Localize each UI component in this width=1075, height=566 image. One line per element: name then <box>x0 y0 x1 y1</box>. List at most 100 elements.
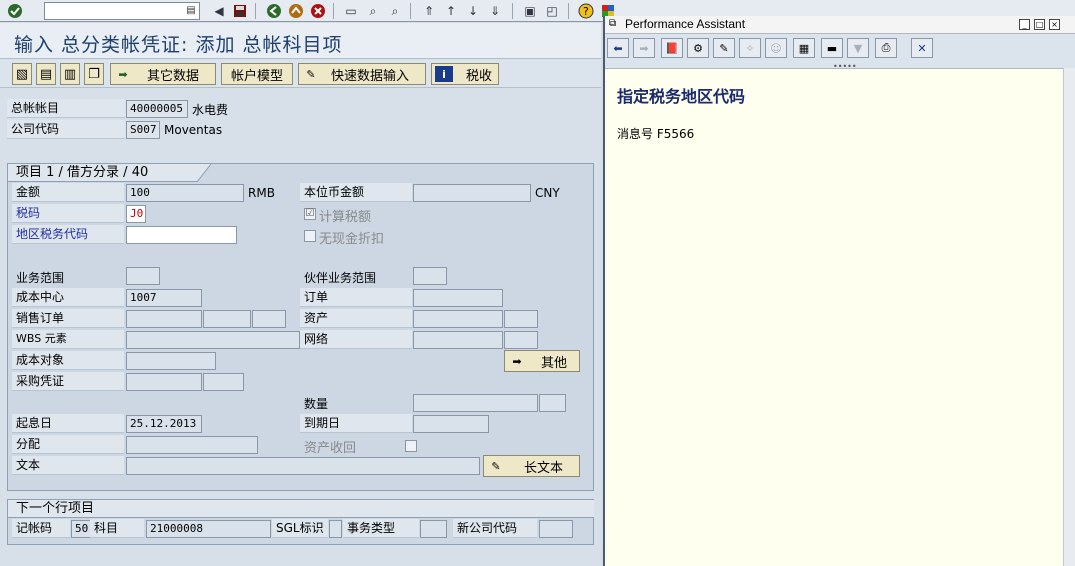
close-icon[interactable]: × <box>1049 19 1060 30</box>
asset-label: 资产 <box>300 309 412 328</box>
next-item-heading: 下一个行项目 <box>8 500 594 518</box>
next-page-icon[interactable]: ↓ <box>464 2 482 20</box>
posting-key-field[interactable]: 50 <box>71 520 91 538</box>
edit-icon: ✎ <box>306 67 316 81</box>
pa-forward-icon[interactable]: ➡ <box>633 38 655 58</box>
local-currency: CNY <box>535 186 560 200</box>
long-text-label: 长文本 <box>524 460 564 476</box>
assignment-field[interactable] <box>126 436 258 454</box>
amount-field[interactable]: 100 <box>126 184 244 202</box>
calc-tax-checkbox[interactable]: ☑ <box>304 208 316 220</box>
sales-order-schedule-field[interactable] <box>252 310 286 328</box>
text-field[interactable] <box>126 457 480 475</box>
cancel-icon[interactable] <box>309 2 327 20</box>
pa-note-icon[interactable]: ▬ <box>821 38 843 58</box>
network-sub-field[interactable] <box>504 331 538 349</box>
tax-button[interactable]: i 税收 <box>431 63 499 85</box>
save-icon[interactable] <box>231 2 249 20</box>
purchase-doc-field[interactable] <box>126 373 202 391</box>
company-code-field[interactable]: S007 <box>126 121 160 139</box>
command-field[interactable]: ▤ <box>44 2 200 20</box>
other-data-button[interactable]: ➡ 其它数据 <box>110 63 216 85</box>
edit-icon: ✎ <box>491 459 501 473</box>
pa-person-icon[interactable]: ☺ <box>765 38 787 58</box>
other-data-label: 其它数据 <box>147 68 200 84</box>
print-icon[interactable]: ▭ <box>342 2 360 20</box>
arrow-right-icon: ➡ <box>118 67 128 81</box>
info-icon: i <box>435 66 453 82</box>
simulate-button[interactable]: ▥ <box>60 63 80 85</box>
pa-edit-icon[interactable]: ✎ <box>713 38 735 58</box>
new-company-label: 新公司代码 <box>453 519 537 538</box>
purchase-doc-item-field[interactable] <box>203 373 244 391</box>
pa-print-icon[interactable]: ⎙ <box>875 38 897 58</box>
shortcut-icon[interactable]: ◰ <box>543 2 561 20</box>
quantity-unit-field[interactable] <box>539 394 566 412</box>
pa-back-icon[interactable]: ⬅ <box>607 38 629 58</box>
more-button-label: 其他 <box>541 355 568 371</box>
pa-technical-icon[interactable]: ⚙ <box>687 38 709 58</box>
account-field[interactable]: 21000008 <box>146 520 271 538</box>
command-dropdown-icon[interactable]: ▤ <box>185 5 197 17</box>
asset-field[interactable] <box>413 310 503 328</box>
image-icon: ▧ <box>15 66 29 82</box>
calc-tax-label: 计算税额 <box>319 210 372 225</box>
back-arrow-icon[interactable]: ◀ <box>210 2 228 20</box>
purchase-doc-label: 采购凭证 <box>12 372 124 391</box>
quantity-field[interactable] <box>413 394 538 412</box>
wbs-field[interactable] <box>126 331 300 349</box>
new-company-field[interactable] <box>539 520 573 538</box>
copy-button[interactable]: ❐ <box>84 63 104 85</box>
pa-book-icon[interactable]: 📕 <box>661 38 683 58</box>
pa-table-icon[interactable]: ▦ <box>793 38 815 58</box>
local-amount-field[interactable] <box>413 184 531 202</box>
minimize-icon[interactable]: _ <box>1019 19 1030 30</box>
partner-ba-field[interactable] <box>413 267 447 285</box>
cost-object-field[interactable] <box>126 352 216 370</box>
help-icon[interactable]: ? <box>577 2 595 20</box>
due-date-field[interactable] <box>413 415 489 433</box>
sgl-field[interactable] <box>329 520 342 538</box>
sgl-label: SGL标识 <box>272 519 328 538</box>
previous-page-icon[interactable]: ↑ <box>442 2 460 20</box>
value-date-field[interactable]: 25.12.2013 <box>126 415 202 433</box>
pa-close-icon[interactable]: ✕ <box>911 38 933 58</box>
maximize-icon[interactable]: □ <box>1034 19 1045 30</box>
account-model-button[interactable]: 帐户模型 <box>221 63 293 85</box>
region-tax-field[interactable] <box>126 226 237 244</box>
sales-order-field[interactable] <box>126 310 202 328</box>
exit-icon[interactable] <box>287 2 305 20</box>
cost-center-field[interactable]: 1007 <box>126 289 202 307</box>
trans-type-field[interactable] <box>420 520 447 538</box>
long-text-button[interactable]: ✎ 长文本 <box>483 455 580 477</box>
no-discount-checkbox[interactable] <box>304 230 316 242</box>
more-button[interactable]: ➡ 其他 <box>504 350 580 372</box>
back-icon[interactable] <box>265 2 283 20</box>
create-session-icon[interactable]: ▣ <box>521 2 539 20</box>
account-label: 科目 <box>90 519 144 538</box>
tax-code-field[interactable]: J0 <box>126 205 146 223</box>
find-next-icon[interactable]: ⌕ <box>386 2 404 20</box>
gl-account-field[interactable]: 40000005 <box>126 100 188 118</box>
last-page-icon[interactable]: ⇓ <box>486 2 504 20</box>
asset-sub-field[interactable] <box>504 310 538 328</box>
amount-currency: RMB <box>248 186 275 200</box>
choose-icon-button[interactable]: ▧ <box>12 63 32 85</box>
enter-check-icon[interactable] <box>6 2 24 20</box>
find-icon[interactable]: ⌕ <box>364 2 382 20</box>
sales-order-label: 销售订单 <box>12 309 124 328</box>
sales-order-item-field[interactable] <box>203 310 251 328</box>
pa-settings-icon[interactable]: ✧ <box>739 38 761 58</box>
network-field[interactable] <box>413 331 503 349</box>
business-area-field[interactable] <box>126 267 160 285</box>
wbs-label: WBS 元素 <box>12 330 124 349</box>
pa-cut-icon[interactable]: ▼ <box>847 38 869 58</box>
fast-entry-button[interactable]: ✎ 快速数据输入 <box>298 63 426 85</box>
first-page-icon[interactable]: ⇑ <box>420 2 438 20</box>
asset-retirement-checkbox[interactable] <box>405 440 417 452</box>
hold-doc-button[interactable]: ▤ <box>36 63 56 85</box>
order-field[interactable] <box>413 289 503 307</box>
pa-scrollbar[interactable] <box>1063 68 1075 566</box>
pa-message: 消息号 F5566 <box>617 127 695 141</box>
business-area-label: 业务范围 <box>16 271 65 285</box>
